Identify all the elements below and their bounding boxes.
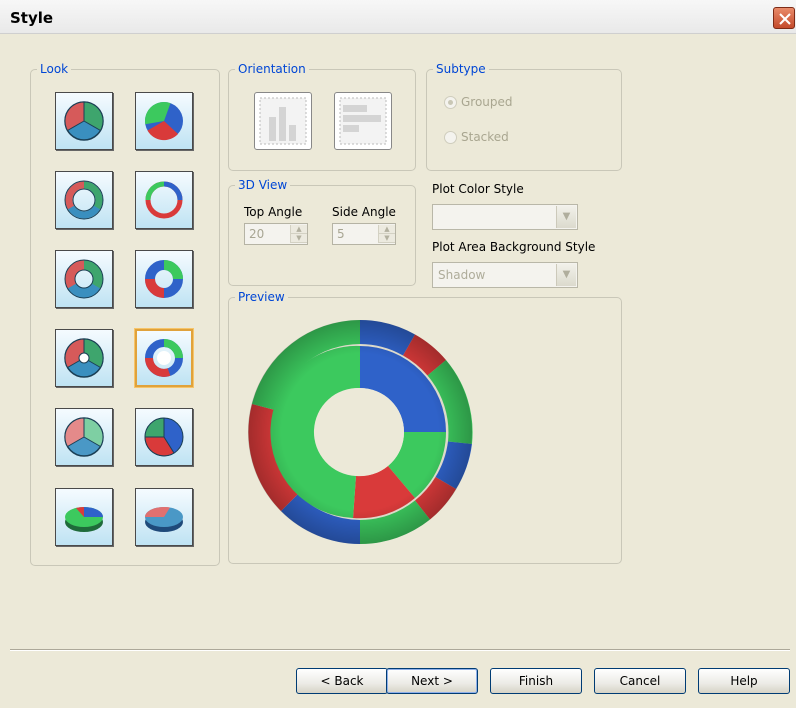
orientation-legend: Orientation — [238, 62, 306, 76]
plot-color-style-label: Plot Color Style — [432, 182, 524, 196]
pie-chart-icon — [64, 101, 104, 141]
plot-area-style-value: Shadow — [438, 268, 486, 282]
footer-divider — [10, 649, 790, 651]
preview-doughnut-chart — [248, 320, 473, 544]
spin-down-icon[interactable]: ▼ — [291, 234, 307, 243]
doughnut-chart-icon — [64, 259, 104, 299]
doughnut-chart-shaded-icon — [145, 260, 183, 298]
pie-chart-gradient-icon — [144, 417, 184, 457]
side-angle-label: Side Angle — [332, 205, 396, 219]
doughnut-multi-chart-icon — [145, 339, 183, 377]
horizontal-orientation-button[interactable] — [334, 92, 392, 150]
top-angle-value: 20 — [249, 227, 265, 241]
stacked-label: Stacked — [461, 130, 509, 144]
look-pie-3d-2-button[interactable] — [135, 488, 193, 546]
3d-view-legend: 3D View — [238, 178, 288, 192]
back-button[interactable]: < Back — [296, 668, 388, 694]
grouped-radio-dot[interactable] — [444, 95, 457, 109]
grouped-radio[interactable]: Grouped — [444, 95, 513, 109]
close-button[interactable] — [773, 7, 795, 29]
pie-chart-shaded-icon — [144, 101, 183, 141]
look-pie-hole-button[interactable] — [55, 329, 113, 387]
pie-3d-red-icon — [144, 506, 183, 532]
grouped-label: Grouped — [461, 95, 513, 109]
look-pie-flat-button[interactable] — [55, 92, 113, 150]
horizontal-bars-icon — [339, 97, 387, 145]
pie-3d-icon — [65, 507, 103, 532]
top-angle-stepper[interactable]: 20 ▲ ▼ — [244, 223, 308, 245]
ring-chart-shaded-icon — [145, 181, 183, 219]
vertical-bars-icon — [259, 97, 307, 145]
chevron-down-icon[interactable]: ▼ — [556, 264, 576, 286]
pie-hole-chart-icon — [64, 338, 104, 378]
chevron-down-icon[interactable]: ▼ — [556, 206, 576, 228]
title-bar: Style — [0, 0, 796, 34]
doughnut-hole — [316, 388, 404, 476]
side-angle-stepper[interactable]: 5 ▲ ▼ — [332, 223, 396, 245]
look-doughnut-shaded-button[interactable] — [135, 250, 193, 308]
plot-area-style-label: Plot Area Background Style — [432, 240, 596, 254]
look-legend: Look — [40, 62, 69, 76]
ring-chart-icon — [64, 180, 104, 220]
plot-color-style-select[interactable]: ▼ — [432, 204, 578, 230]
look-ring-flat-button[interactable] — [55, 171, 113, 229]
look-pie-flat-2-button[interactable] — [55, 408, 113, 466]
subtype-legend: Subtype — [436, 62, 486, 76]
plot-area-style-select[interactable]: Shadow ▼ — [432, 262, 578, 288]
spin-up-icon[interactable]: ▲ — [291, 225, 307, 234]
next-button[interactable]: Next > — [386, 668, 478, 694]
look-ring-shaded-button[interactable] — [135, 171, 193, 229]
pie-chart-light-icon — [64, 417, 104, 457]
look-doughnut-flat-button[interactable] — [55, 250, 113, 308]
close-icon — [779, 13, 791, 25]
look-pie-3d-button[interactable] — [55, 488, 113, 546]
stacked-radio[interactable]: Stacked — [444, 130, 509, 144]
spin-up-icon[interactable]: ▲ — [379, 225, 395, 234]
top-angle-label: Top Angle — [244, 205, 303, 219]
help-button[interactable]: Help — [698, 668, 790, 694]
cancel-button[interactable]: Cancel — [594, 668, 686, 694]
window-title: Style — [10, 9, 54, 27]
look-pie-shaded-button[interactable] — [135, 92, 193, 150]
look-doughnut-multi-button[interactable] — [135, 329, 193, 387]
preview-legend: Preview — [238, 290, 285, 304]
subtype-group: Subtype — [426, 62, 622, 171]
spin-down-icon[interactable]: ▼ — [379, 234, 395, 243]
stacked-radio-dot[interactable] — [444, 130, 457, 144]
vertical-orientation-button[interactable] — [254, 92, 312, 150]
finish-button[interactable]: Finish — [490, 668, 582, 694]
look-pie-shaded-2-button[interactable] — [135, 408, 193, 466]
side-angle-value: 5 — [337, 227, 345, 241]
